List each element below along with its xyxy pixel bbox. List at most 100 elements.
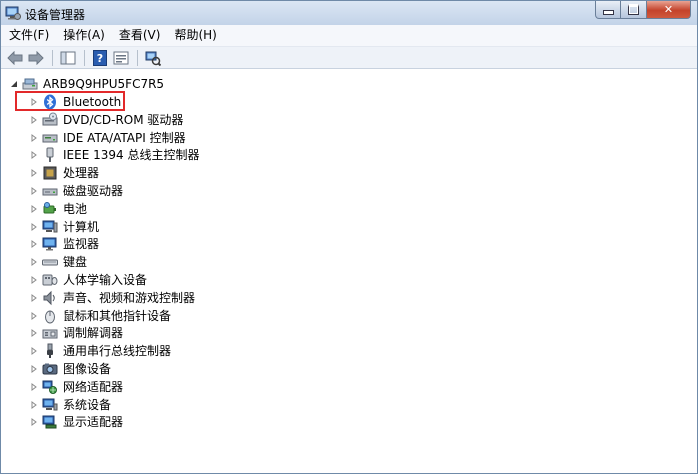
close-icon: ✕	[663, 3, 674, 16]
tree-node-item-6[interactable]: 电池	[29, 200, 87, 218]
toolbar-separator	[84, 49, 85, 66]
tree-node-label: 网络适配器	[63, 379, 124, 394]
help-button[interactable]: ?	[90, 49, 110, 67]
expand-arrow-icon[interactable]	[29, 382, 39, 392]
tree-node-item-2[interactable]: IDE ATA/ATAPI 控制器	[29, 129, 186, 147]
toolbar-separator	[52, 49, 53, 66]
expand-arrow-icon[interactable]	[29, 417, 39, 427]
tree-node-item-9[interactable]: 键盘	[29, 253, 87, 271]
menu-file[interactable]: 文件(F)	[1, 25, 55, 46]
disk-drive-icon	[42, 183, 58, 199]
back-button[interactable]	[5, 49, 25, 67]
minimize-icon	[602, 10, 614, 15]
tree-node-item-14[interactable]: 通用串行总线控制器	[29, 342, 171, 360]
computer-icon	[22, 76, 38, 92]
ide-controller-icon	[42, 130, 58, 146]
toolbar-separator	[137, 49, 138, 66]
collapse-arrow-icon[interactable]	[9, 79, 19, 89]
expand-arrow-icon[interactable]	[29, 346, 39, 356]
tree-node-item-1[interactable]: DVD/CD-ROM 驱动器	[29, 111, 183, 129]
monitor-icon	[42, 236, 58, 252]
tree-node-label: IDE ATA/ATAPI 控制器	[63, 130, 186, 145]
tree-node-item-10[interactable]: 人体学输入设备	[29, 271, 147, 289]
expand-arrow-icon[interactable]	[29, 115, 39, 125]
tree-node-label: 声音、视频和游戏控制器	[63, 290, 196, 305]
battery-icon	[42, 201, 58, 217]
menu-view[interactable]: 查看(V)	[111, 25, 167, 46]
tree-node-item-4[interactable]: 处理器	[29, 164, 99, 182]
tree-node-item-16[interactable]: 网络适配器	[29, 378, 123, 396]
maximize-button[interactable]	[621, 1, 647, 19]
tree-node-label: DVD/CD-ROM 驱动器	[63, 112, 184, 127]
dvd-drive-icon	[42, 112, 58, 128]
imaging-icon	[42, 361, 58, 377]
tree-node-item-11[interactable]: 声音、视频和游戏控制器	[29, 289, 195, 307]
sound-icon	[42, 290, 58, 306]
tree-node-label: 键盘	[63, 255, 88, 270]
expand-arrow-icon[interactable]	[29, 400, 39, 410]
keyboard-icon	[42, 254, 58, 270]
svg-text:?: ?	[97, 52, 103, 65]
help-icon: ?	[93, 49, 107, 66]
tree-node-label: 人体学输入设备	[63, 273, 148, 287]
tree-node-label: 处理器	[63, 166, 100, 181]
expand-arrow-icon[interactable]	[29, 293, 39, 303]
tree-node-label: 图像设备	[63, 362, 112, 376]
expand-arrow-icon[interactable]	[29, 275, 39, 285]
expand-arrow-icon[interactable]	[29, 133, 39, 143]
tree-node-item-15[interactable]: 图像设备	[29, 360, 111, 378]
expand-arrow-icon[interactable]	[29, 150, 39, 160]
expand-arrow-icon[interactable]	[29, 222, 39, 232]
display-adapter-icon	[42, 414, 58, 430]
title-bar[interactable]: 设备管理器 ✕	[1, 1, 697, 25]
tree-node-item-3[interactable]: IEEE 1394 总线主控制器	[29, 146, 199, 164]
computer-icon	[42, 219, 58, 235]
expand-arrow-icon[interactable]	[29, 328, 39, 338]
tree-node-item-18[interactable]: 显示适配器	[29, 413, 123, 431]
tree-node-item-13[interactable]: 调制解调器	[29, 324, 123, 342]
expand-arrow-icon[interactable]	[29, 257, 39, 267]
properties-button[interactable]	[111, 49, 131, 67]
window-controls: ✕	[595, 1, 691, 20]
toolbar: ?	[1, 47, 697, 69]
bluetooth-highlight-box	[15, 91, 125, 111]
hid-icon	[42, 272, 58, 288]
tree-node-item-12[interactable]: 鼠标和其他指针设备	[29, 307, 171, 325]
menu-help[interactable]: 帮助(H)	[166, 25, 222, 46]
processor-icon	[42, 165, 58, 181]
forward-arrow-icon	[28, 50, 44, 65]
tree-node-label: 鼠标和其他指针设备	[63, 308, 172, 323]
menu-action[interactable]: 操作(A)	[55, 25, 111, 46]
forward-button[interactable]	[26, 49, 46, 67]
device-manager-icon	[5, 5, 21, 21]
expand-arrow-icon[interactable]	[29, 204, 39, 214]
usb-icon	[42, 343, 58, 359]
maximize-icon	[628, 4, 639, 15]
device-tree: ARB9Q9HPU5FC7R5 Bluetooth DVD/CD-ROM 驱动器 I…	[1, 70, 697, 473]
minimize-button[interactable]	[595, 1, 621, 19]
tree-node-item-7[interactable]: 计算机	[29, 218, 99, 236]
mouse-icon	[42, 308, 58, 324]
menu-bar: 文件(F) 操作(A) 查看(V) 帮助(H)	[1, 25, 697, 47]
expand-arrow-icon[interactable]	[29, 311, 39, 321]
tree-node-label: 监视器	[63, 237, 100, 252]
close-button[interactable]: ✕	[647, 1, 691, 19]
scan-hardware-button[interactable]	[143, 49, 163, 67]
expand-arrow-icon[interactable]	[29, 168, 39, 178]
tree-node-item-17[interactable]: 系统设备	[29, 396, 111, 414]
expand-arrow-icon[interactable]	[29, 364, 39, 374]
console-tree-icon	[60, 51, 76, 64]
expand-arrow-icon[interactable]	[29, 239, 39, 249]
tree-node-label: 计算机	[63, 219, 100, 234]
properties-icon	[113, 51, 129, 64]
ieee1394-icon	[42, 147, 58, 163]
tree-node-label: 显示适配器	[63, 415, 124, 430]
device-manager-window: 设备管理器 ✕ 文件(F) 操作(A) 查看(V) 帮助(H) ? ARB9Q9…	[0, 0, 698, 474]
tree-node-item-5[interactable]: 磁盘驱动器	[29, 182, 123, 200]
tree-node-item-8[interactable]: 监视器	[29, 235, 99, 253]
tree-node-label: 电池	[63, 201, 88, 216]
show-hide-tree-button[interactable]	[58, 49, 78, 67]
expand-arrow-icon[interactable]	[29, 186, 39, 196]
tree-node-label: 通用串行总线控制器	[63, 344, 172, 359]
system-device-icon	[42, 397, 58, 413]
